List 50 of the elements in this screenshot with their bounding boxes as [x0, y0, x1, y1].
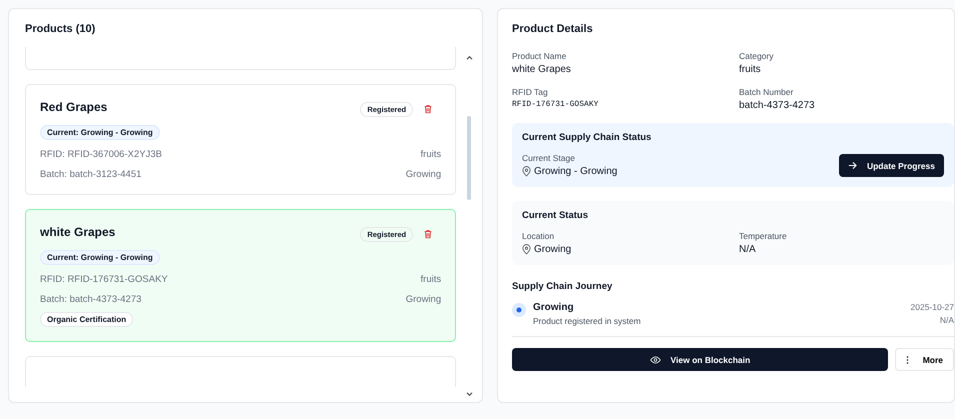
- delete-icon[interactable]: [423, 229, 434, 239]
- field-label: Product Name: [512, 51, 568, 61]
- stage-badge: Current: Growing - Growing: [40, 250, 160, 265]
- scroll-up-icon[interactable]: [466, 55, 473, 60]
- location-pin-icon: [522, 166, 531, 177]
- certification-badge: Organic Certification: [40, 312, 134, 327]
- rfid-text: RFID: RFID-176731-GOSAKY: [40, 274, 168, 285]
- section-title: Supply Chain Journey: [512, 281, 614, 292]
- view-blockchain-button[interactable]: View on Blockchain: [512, 348, 888, 371]
- product-name: white Grapes: [40, 225, 116, 239]
- stage-badge: Current: Growing - Growing: [40, 125, 160, 140]
- field-label: Category: [739, 51, 774, 61]
- category-text: fruits: [420, 274, 442, 285]
- rfid-text: RFID: RFID-367006-X2YJ3B: [40, 149, 162, 160]
- field-label: RFID Tag: [512, 87, 549, 97]
- timeline-dot-icon: [512, 303, 526, 317]
- field-value: white Grapes: [512, 64, 572, 75]
- delete-icon[interactable]: [423, 104, 434, 114]
- field-value: N/A: [739, 244, 757, 255]
- panel-title: Products (10): [25, 23, 96, 35]
- field-value: batch-4373-4273: [739, 100, 816, 111]
- field-label: Location: [522, 231, 556, 241]
- section-title: Current Status: [522, 210, 589, 221]
- more-button[interactable]: More: [894, 348, 954, 371]
- section-title: Current Supply Chain Status: [522, 132, 652, 143]
- product-name: Red Grapes: [40, 100, 108, 114]
- step-name: Growing: [533, 302, 575, 313]
- eye-icon: [650, 356, 660, 364]
- field-value: RFID-176731-GOSAKY: [512, 100, 600, 109]
- field-label: Batch Number: [739, 87, 794, 97]
- step-temperature: N/A: [940, 315, 954, 325]
- arrow-right-icon: [848, 161, 857, 170]
- update-progress-button[interactable]: Update Progress: [838, 154, 944, 177]
- location-pin-icon: [522, 244, 531, 255]
- field-value: Growing: [534, 244, 572, 255]
- stage-text: Growing: [406, 169, 442, 180]
- scrollbar-thumb[interactable]: [467, 116, 472, 200]
- more-vertical-icon: [906, 354, 909, 364]
- field-value: Growing - Growing: [534, 166, 618, 177]
- batch-text: Batch: batch-4373-4273: [40, 294, 142, 305]
- field-label: Temperature: [739, 231, 788, 241]
- field-label: Current Stage: [522, 153, 576, 163]
- panel-title: Product Details: [512, 23, 594, 35]
- category-text: fruits: [420, 149, 442, 160]
- field-value: fruits: [739, 64, 762, 75]
- scroll-down-icon[interactable]: [466, 392, 473, 397]
- batch-text: Batch: batch-3123-4451: [40, 169, 142, 180]
- step-date: 2025-10-27: [910, 302, 954, 312]
- stage-text: Growing: [406, 294, 442, 305]
- step-description: Product registered in system: [533, 316, 642, 326]
